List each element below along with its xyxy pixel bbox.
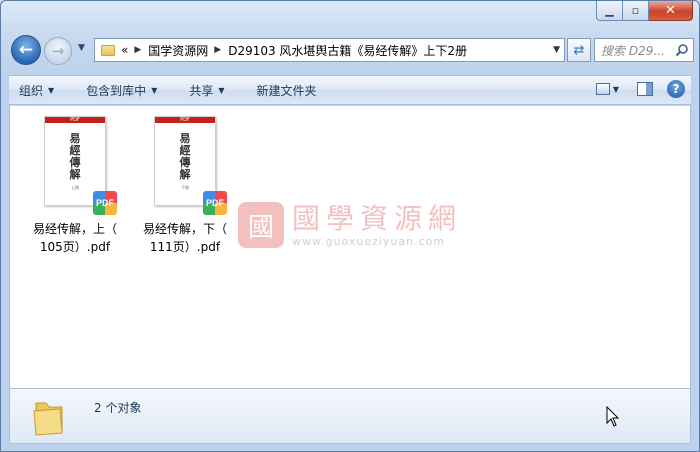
close-icon: ✕: [665, 3, 676, 18]
change-view-icon[interactable]: [595, 83, 610, 95]
thumbnail-band: PDF: [155, 117, 215, 123]
breadcrumb-item-current[interactable]: D29103 风水堪舆古籍《易经传解》上下2册: [228, 42, 467, 59]
cover-title: 易經傳解: [69, 132, 81, 181]
new-folder-label: 新建文件夹: [256, 83, 317, 98]
preview-pane-icon[interactable]: [637, 82, 653, 96]
file-list-pane[interactable]: PDF 易經傳解 上冊 PDF 易经传解，上（ 105页）.pdf PDF 易經…: [9, 106, 691, 388]
close-button[interactable]: ✕: [649, 1, 693, 21]
view-options-chevron-icon[interactable]: ▼: [613, 85, 619, 94]
refresh-button[interactable]: ⇄: [567, 38, 591, 62]
share-label: 共享: [189, 83, 214, 98]
back-button[interactable]: ←: [11, 35, 41, 65]
include-in-library-label: 包含到库中: [86, 83, 147, 98]
chevron-down-icon: ▼: [218, 85, 225, 95]
back-arrow-icon: ←: [18, 40, 34, 60]
file-item[interactable]: PDF 易經傳解 下冊 PDF 易经传解，下（ 111页）.pdf: [130, 116, 240, 256]
chevron-down-icon: ▼: [151, 85, 158, 95]
watermark-seal: 國: [238, 202, 284, 248]
file-name-line2: 105页）.pdf: [39, 240, 111, 254]
navigation-bar: ← → ▼ « ▶ 国学资源网 ▶ D29103 风水堪舆古籍《易经传解》上下2…: [9, 35, 694, 65]
pdf-thumbnail: PDF 易經傳解 下冊 PDF: [154, 116, 227, 215]
explorer-window: ▁ ▫ ✕ ← → ▼ « ▶ 国学资源网 ▶ D29103 风水堪舆古籍《易经…: [0, 0, 700, 452]
forward-button[interactable]: →: [44, 37, 72, 65]
help-icon[interactable]: ?: [667, 80, 685, 98]
pdf-icon: PDF: [203, 191, 227, 215]
file-name-line2: 111页）.pdf: [149, 240, 221, 254]
search-input[interactable]: 搜索 D29...: [594, 38, 694, 62]
mouse-cursor-icon: [606, 406, 620, 427]
cover-title: 易經傳解: [179, 132, 191, 181]
address-bar[interactable]: « ▶ 国学资源网 ▶ D29103 风水堪舆古籍《易经传解》上下2册 ▼: [94, 38, 565, 62]
maximize-icon: ▫: [631, 4, 640, 17]
file-name: 易经传解，下（ 111页）.pdf: [130, 220, 240, 256]
thumbnail-band: PDF: [45, 117, 105, 123]
refresh-icon: ⇄: [573, 42, 585, 58]
command-bar: 组织 ▼ 包含到库中 ▼ 共享 ▼ 新建文件夹 ▼ ?: [9, 75, 691, 105]
search-placeholder: 搜索 D29...: [601, 43, 665, 58]
organize-label: 组织: [19, 83, 44, 98]
pdf-thumbnail: PDF 易經傳解 上冊 PDF: [44, 116, 117, 215]
forward-arrow-icon: →: [51, 42, 65, 60]
watermark-text: 國學資源網 www.guoxueziyuan.com: [292, 201, 463, 248]
address-dropdown-icon[interactable]: ▼: [553, 45, 560, 55]
folder-icon: [101, 44, 115, 56]
watermark-name: 國學資源網: [292, 201, 463, 235]
breadcrumb-item-root[interactable]: 国学资源网: [148, 42, 208, 59]
details-pane: 2 个对象: [9, 388, 691, 444]
caption-buttons: ▁ ▫ ✕: [596, 1, 693, 21]
recent-pages-button[interactable]: ▼: [78, 43, 85, 53]
search-icon[interactable]: [675, 43, 689, 57]
organize-button[interactable]: 组织 ▼: [19, 82, 54, 99]
maximize-button[interactable]: ▫: [623, 1, 649, 21]
file-name-line1: 易经传解，上（: [32, 222, 117, 236]
share-button[interactable]: 共享 ▼: [189, 82, 224, 99]
minimize-button[interactable]: ▁: [596, 1, 623, 21]
file-name: 易经传解，上（ 105页）.pdf: [20, 220, 130, 256]
toolbar-right: ▼ ?: [595, 80, 685, 98]
pdf-icon: PDF: [93, 191, 117, 215]
chevron-down-icon: ▼: [78, 43, 85, 53]
minimize-icon: ▁: [605, 4, 614, 17]
item-count: 2 个对象: [94, 401, 142, 415]
watermark-url: www.guoxueziyuan.com: [292, 234, 446, 248]
include-in-library-button[interactable]: 包含到库中 ▼: [86, 82, 157, 99]
file-name-line1: 易经传解，下（: [142, 222, 227, 236]
breadcrumb-separator-icon[interactable]: ▶: [214, 45, 221, 55]
chevron-down-icon: ▼: [48, 85, 55, 95]
breadcrumb-separator-icon[interactable]: ▶: [134, 45, 141, 55]
breadcrumb-overflow[interactable]: «: [121, 43, 128, 57]
file-item[interactable]: PDF 易經傳解 上冊 PDF 易经传解，上（ 105页）.pdf: [20, 116, 130, 256]
folder-icon: [33, 402, 63, 436]
new-folder-button[interactable]: 新建文件夹: [257, 82, 317, 99]
watermark-logo: 國 國學資源網 www.guoxueziyuan.com: [238, 202, 462, 248]
